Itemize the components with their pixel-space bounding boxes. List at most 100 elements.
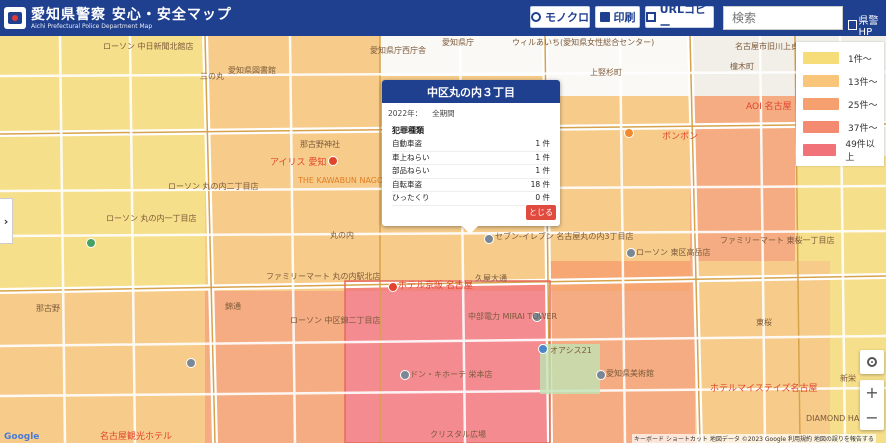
legend-row: 49件以上: [799, 139, 881, 163]
map-label: 中部電力 MIRAI TOWER: [468, 312, 558, 321]
park-pin-icon[interactable]: [86, 238, 96, 248]
store-pin-icon[interactable]: [186, 358, 196, 368]
crime-name: 部品ねらい: [392, 166, 430, 175]
url-copy-button[interactable]: URLコピー: [645, 3, 714, 32]
crime-name: ひったくり: [392, 193, 430, 202]
side-panel-toggle[interactable]: ›: [0, 198, 13, 244]
crime-count: 1 件: [535, 139, 550, 148]
crime-row: 部品ねらい 1 件: [392, 165, 550, 179]
legend-label: 13件〜: [848, 77, 878, 88]
map-label: 愛知県図書館: [228, 66, 276, 75]
popup-title: 中区丸の内３丁目: [382, 80, 560, 103]
globe-icon: [531, 12, 541, 22]
chevron-right-icon: ›: [3, 214, 9, 228]
popup-close-button[interactable]: とじる: [526, 205, 556, 220]
crime-row: 車上ねらい 1 件: [392, 152, 550, 165]
map-label: 橦木町: [730, 62, 754, 71]
legend-swatch: [803, 75, 839, 87]
map-label: 愛知県庁: [442, 38, 474, 47]
app-title: 愛知県警察 安心・安全マップ: [31, 6, 232, 23]
legend-swatch: [803, 121, 839, 133]
restaurant-pin-icon[interactable]: [328, 156, 338, 166]
zoom-in-button[interactable]: +: [860, 380, 884, 405]
map-label: オアシス21: [550, 346, 592, 355]
shop-pin-icon[interactable]: [400, 370, 410, 380]
map-label: 三の丸: [200, 72, 224, 81]
map-label: 那古野神社: [300, 140, 340, 149]
my-location-button[interactable]: [860, 350, 884, 374]
transit-pin-icon[interactable]: [538, 344, 548, 354]
police-logo-icon: [4, 7, 26, 29]
map-label: ローソン 東区高岳店: [636, 248, 711, 257]
map-label: 愛知県美術館: [606, 369, 654, 378]
print-button[interactable]: 印刷: [595, 6, 640, 28]
area-cell: [345, 281, 550, 443]
popup-category-header: 犯罪種類: [392, 126, 424, 135]
app-titles: 愛知県警察 安心・安全マップ Aichi Prefectural Police …: [31, 7, 232, 30]
map-label: 愛知県庁西庁舎: [370, 46, 426, 55]
map-label: 名古屋市旧川上貞: [735, 42, 799, 51]
copy-icon: [646, 12, 656, 22]
crime-count: 0 件: [535, 193, 550, 202]
map-label: ローソン 丸の内一丁目店: [106, 214, 197, 223]
external-link-icon: [848, 20, 857, 30]
map-label: 錦通: [225, 302, 241, 311]
map-label: 新栄: [840, 374, 856, 383]
legend-label: 49件以上: [845, 140, 875, 163]
printer-icon: [599, 12, 610, 22]
map-label: ローソン 中日新聞北館店: [103, 42, 194, 51]
map-label: ファミリーマート 丸の内駅北店: [266, 272, 381, 281]
crime-name: 自転車盗: [392, 179, 422, 189]
crime-count: 1 件: [535, 166, 550, 175]
monochrome-button[interactable]: モノクロ: [530, 6, 590, 28]
area-info-popup: 中区丸の内３丁目 2022年： 全期間 犯罪種類 自動車盗 1 件 車上ねらい …: [382, 80, 560, 234]
map-label: 東桜: [756, 318, 772, 327]
store-pin-icon[interactable]: [626, 248, 636, 258]
map-label: 丸の内: [330, 231, 354, 240]
search-input[interactable]: [723, 6, 843, 30]
crime-row: ひったくり 0 件: [392, 192, 550, 206]
popup-period-value: 全期間: [432, 109, 455, 118]
legend-label: 25件〜: [848, 100, 878, 111]
monochrome-label: モノクロ: [545, 11, 589, 24]
map-label: ホテル京阪 名古屋: [398, 281, 473, 291]
legend-label: 1件〜: [848, 54, 872, 65]
area-cell: [205, 291, 345, 443]
map-label: ローソン 中区錦二丁目店: [290, 316, 381, 325]
police-hp-link[interactable]: 県警HP: [848, 12, 886, 38]
popup-period: 2022年： 全期間: [388, 108, 560, 119]
zoom-controls: + −: [860, 380, 884, 430]
popup-year: 2022年：: [388, 109, 423, 118]
crime-count: 18 件: [530, 179, 550, 189]
map-label: ウィルあいち(愛知県女性総合センター): [512, 38, 655, 47]
url-copy-label: URLコピー: [659, 3, 706, 32]
print-label: 印刷: [613, 11, 636, 24]
crime-legend: 1件〜 13件〜 25件〜 37件〜 49件以上: [796, 42, 884, 166]
area-cell: [0, 291, 205, 443]
map-label: 名古屋観光ホテル: [100, 432, 173, 442]
crime-row: 自動車盗 1 件: [392, 138, 550, 152]
store-pin-icon[interactable]: [484, 234, 494, 244]
crime-row: 自転車盗 18 件: [392, 179, 550, 192]
crime-name: 自動車盗: [392, 139, 422, 148]
hotel-pin-icon[interactable]: [388, 282, 398, 292]
crime-count: 1 件: [535, 152, 550, 162]
map-label: ボンボン: [662, 132, 699, 142]
map-attribution[interactable]: キーボード ショートカット 地図データ ©2023 Google 利用規約 地図…: [632, 434, 876, 443]
zoom-out-button[interactable]: −: [860, 405, 884, 430]
map-label: クリスタル広場: [430, 430, 486, 439]
museum-pin-icon[interactable]: [596, 370, 606, 380]
police-hp-label: 県警HP: [858, 16, 879, 38]
shop-pin-icon[interactable]: [624, 128, 634, 138]
legend-row: 25件〜: [799, 93, 881, 115]
map-label: セブン-イレブン 名古屋丸の内3丁目店: [495, 232, 634, 241]
map-label: アイリス 愛知: [270, 158, 327, 168]
map-label: ホテルマイステイズ名古屋: [710, 384, 818, 394]
map-label: 久屋大通: [475, 274, 507, 283]
location-target-icon: [867, 357, 877, 367]
legend-swatch: [803, 98, 839, 110]
map-label: 那古野: [36, 304, 60, 313]
map-label: ファミリーマート 東桜一丁目店: [720, 236, 835, 245]
google-logo: Google: [4, 432, 40, 442]
legend-label: 37件〜: [848, 123, 878, 134]
